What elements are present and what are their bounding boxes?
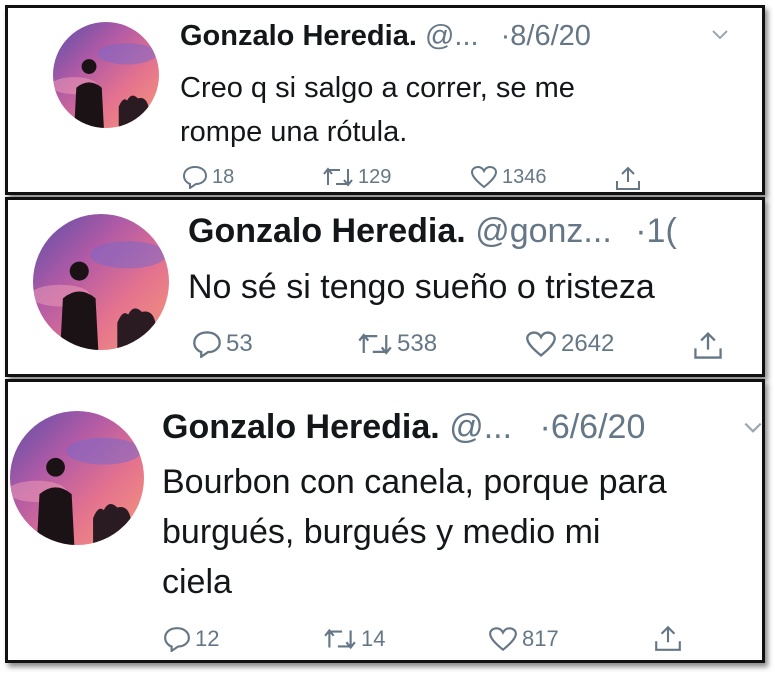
reply-count: 53 bbox=[226, 330, 253, 357]
avatar[interactable] bbox=[53, 22, 159, 128]
tweet-card[interactable]: Gonzalo Heredia. @gonz... ·1( No sé si t… bbox=[5, 197, 765, 377]
chevron-down-icon[interactable] bbox=[710, 28, 730, 47]
like-count: 2642 bbox=[561, 330, 615, 357]
avatar[interactable] bbox=[10, 411, 144, 545]
reply-button[interactable]: 18 bbox=[182, 165, 234, 189]
tweet-header: Gonzalo Heredia. @gonz... ·1( bbox=[188, 212, 677, 251]
tweet-text: Creo q si salgo a correr, se me rompe un… bbox=[180, 66, 575, 154]
author-handle[interactable]: @... bbox=[425, 20, 479, 52]
tweet-text: No sé si tengo sueño o tristeza bbox=[188, 264, 655, 310]
like-button[interactable]: 817 bbox=[488, 626, 559, 652]
share-icon bbox=[653, 624, 683, 652]
share-button[interactable] bbox=[692, 330, 724, 360]
author-handle[interactable]: @gonz... bbox=[475, 212, 612, 250]
tweet-text-line: No sé si tengo sueño o tristeza bbox=[188, 268, 655, 306]
like-button[interactable]: 2642 bbox=[525, 330, 614, 358]
retweet-icon bbox=[323, 626, 357, 652]
author-handle[interactable]: @... bbox=[449, 408, 512, 446]
tweet-text: Bourbon con canela, porque para burgués,… bbox=[162, 457, 667, 607]
reply-icon bbox=[182, 165, 208, 189]
share-button[interactable] bbox=[653, 624, 683, 652]
heart-icon bbox=[470, 165, 498, 189]
tweet-header: Gonzalo Heredia. @... ·6/6/20 bbox=[162, 408, 645, 447]
retweet-count: 538 bbox=[397, 330, 438, 357]
tweet-date[interactable]: ·1( bbox=[635, 212, 677, 250]
reply-icon bbox=[192, 330, 222, 358]
tweet-text-line: Bourbon con canela, porque para bbox=[162, 463, 667, 501]
tweet-date[interactable]: ·6/6/20 bbox=[540, 408, 646, 446]
share-icon bbox=[692, 330, 724, 360]
chevron-down-icon[interactable] bbox=[742, 420, 762, 441]
reply-count: 12 bbox=[195, 626, 220, 651]
like-count: 817 bbox=[522, 626, 559, 651]
tweet-card[interactable]: Gonzalo Heredia. @... ·6/6/20 Bourbon co… bbox=[5, 379, 765, 663]
retweet-button[interactable]: 129 bbox=[322, 165, 391, 189]
share-icon bbox=[614, 165, 642, 191]
retweet-button[interactable]: 14 bbox=[323, 626, 385, 652]
retweet-icon bbox=[357, 330, 393, 358]
heart-icon bbox=[525, 330, 557, 358]
like-button[interactable]: 1346 bbox=[470, 165, 547, 189]
retweet-button[interactable]: 538 bbox=[357, 330, 437, 358]
tweet-text-line: burgués, burgués y medio mi bbox=[162, 513, 601, 551]
retweet-count: 129 bbox=[358, 165, 392, 188]
author-name[interactable]: Gonzalo Heredia. bbox=[180, 20, 417, 52]
reply-icon bbox=[163, 626, 191, 652]
tweet-date[interactable]: ·8/6/20 bbox=[501, 20, 591, 52]
tweet-text-line: rompe una rótula. bbox=[180, 116, 408, 148]
tweet-text-line: Creo q si salgo a correr, se me bbox=[180, 72, 575, 104]
tweet-card[interactable]: Gonzalo Heredia. @... ·8/6/20 Creo q si … bbox=[5, 5, 765, 195]
reply-button[interactable]: 12 bbox=[163, 626, 219, 652]
reply-count: 18 bbox=[212, 165, 235, 188]
avatar[interactable] bbox=[33, 214, 169, 350]
retweet-count: 14 bbox=[361, 626, 386, 651]
retweet-icon bbox=[322, 165, 354, 189]
share-button[interactable] bbox=[614, 165, 642, 191]
reply-button[interactable]: 53 bbox=[192, 330, 253, 358]
tweet-text-line: ciela bbox=[162, 563, 232, 601]
like-count: 1346 bbox=[502, 165, 547, 188]
author-name[interactable]: Gonzalo Heredia. bbox=[188, 212, 466, 250]
heart-icon bbox=[488, 626, 518, 652]
author-name[interactable]: Gonzalo Heredia. bbox=[162, 408, 440, 446]
tweet-header: Gonzalo Heredia. @... ·8/6/20 bbox=[180, 20, 591, 53]
